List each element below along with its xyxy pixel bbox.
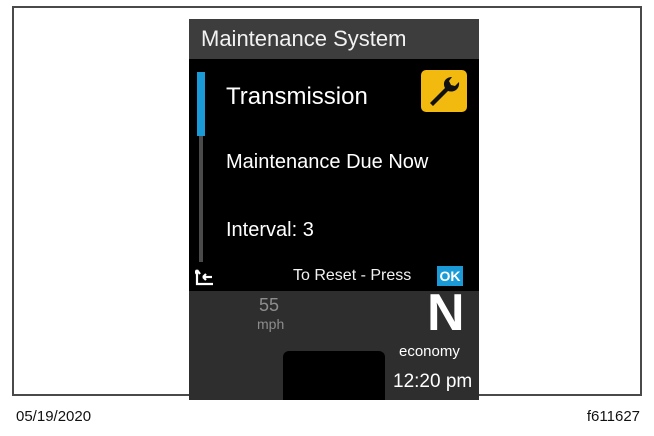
cluster-status-panel: 55 mph N economy 12:20 pm: [189, 284, 479, 400]
dark-indicator-box: [283, 351, 385, 400]
scroll-thumb[interactable]: [197, 72, 205, 136]
speed-value: 55: [259, 295, 280, 315]
maintenance-interval: Interval: 3: [226, 219, 314, 241]
back-arrow-icon[interactable]: [193, 268, 215, 286]
document-date: 05/19/2020: [16, 408, 92, 425]
wrench-icon: [421, 70, 467, 112]
maintenance-item-name: Transmission: [226, 83, 368, 110]
drive-mode: economy: [399, 343, 460, 360]
screen-title: Maintenance System: [189, 19, 479, 59]
instrument-cluster-display: Maintenance System Transmission Maintena…: [189, 19, 479, 400]
gear-indicator: N: [427, 284, 465, 342]
speed-unit: mph: [257, 316, 285, 332]
reset-instruction: To Reset - Press: [293, 267, 412, 284]
clock-time: 12:20 pm: [393, 371, 473, 392]
figure-id: f611627: [586, 408, 640, 425]
maintenance-status: Maintenance Due Now: [226, 151, 429, 173]
